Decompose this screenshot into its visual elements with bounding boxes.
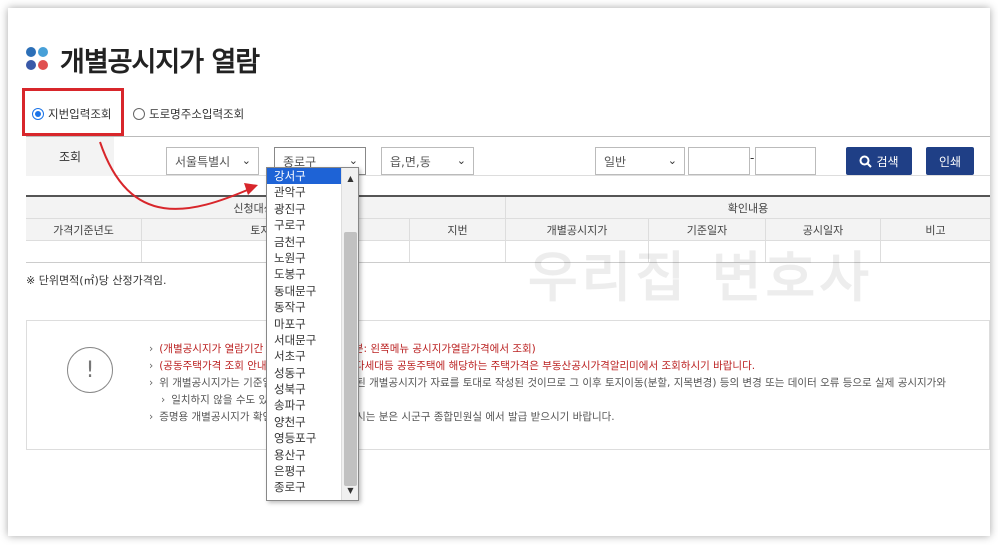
table-header: 가격기준년도 토지소재지 지번 개별공시지가 기준일자 공시일자 비고 (26, 219, 990, 241)
hyphen: - (750, 151, 755, 165)
col-base-date: 기준일자 (649, 219, 766, 240)
chevron-down-icon: ⌄ (348, 154, 358, 167)
col-remark: 비고 (925, 223, 946, 237)
chevron-down-icon: ⌄ (456, 154, 466, 167)
col-announce-date: 공시일자 (766, 219, 881, 240)
col-price: 개별공시지가 (506, 219, 649, 240)
city-select-value: 서울특별시 (175, 154, 231, 169)
table-cell (410, 241, 506, 262)
dropdown-option[interactable]: 성동구 (267, 365, 341, 381)
dropdown-option[interactable]: 종로구 (267, 479, 341, 495)
table-cell (26, 241, 142, 262)
dropdown-scrollbar[interactable]: ▲ ▼ (341, 168, 358, 500)
dropdown-option[interactable]: 마포구 (267, 316, 341, 332)
radio-jibun-label: 지번입력조회 (48, 107, 112, 121)
chevron-down-icon: ⌄ (241, 154, 251, 167)
info-box: ! (개별공시지가 열람기간 외 열람을 원하시는 분: 왼쪽메뉴 공시지가열람… (26, 320, 990, 450)
print-button[interactable]: 인쇄 (926, 147, 974, 175)
type-select-value: 일반 (604, 154, 627, 169)
table-group-header: 신청대상 토지 확인내용 (26, 197, 990, 219)
dropdown-option[interactable]: 구로구 (267, 217, 341, 233)
table-cell (766, 241, 881, 262)
group-header-confirm: 확인내용 (727, 201, 769, 215)
main-number-input[interactable] (688, 147, 750, 175)
print-button-label: 인쇄 (938, 154, 962, 169)
exclamation-icon: ! (67, 347, 113, 393)
search-button[interactable]: 검색 (846, 147, 912, 175)
col-jibun: 지번 (410, 219, 506, 240)
dropdown-option[interactable]: 서초구 (267, 348, 341, 364)
unit-note: ※ 단위면적(㎡)당 산정가격임. (26, 274, 167, 287)
table-cell (881, 241, 990, 262)
radio-jibun[interactable]: 지번입력조회 (32, 106, 111, 122)
dropdown-option[interactable]: 양천구 (267, 414, 341, 430)
search-button-label: 검색 (876, 154, 899, 169)
table-cell (506, 241, 649, 262)
dropdown-option[interactable]: 금천구 (267, 234, 341, 250)
district-dropdown-list[interactable]: 강서구 관악구 광진구 구로구 금천구 노원구 도봉구 동대문구 동작구 마포구 서대문구 서초구 성동… (266, 167, 359, 501)
scroll-down-icon[interactable]: ▼ (342, 482, 358, 498)
page-title: 개별공시지가 열람 (60, 47, 260, 78)
dropdown-option[interactable]: 영등포구 (267, 430, 341, 446)
search-label: 조회 (26, 137, 114, 176)
dropdown-option[interactable]: 성북구 (267, 381, 341, 397)
city-select[interactable]: 서울특별시 ⌄ (166, 147, 259, 175)
chevron-down-icon: ⌄ (667, 154, 677, 167)
browser-frame: 개별공시지가 열람 지번입력조회 도로명주소입력조회 조회 서울특별시 ⌄ 종로… (8, 8, 990, 536)
search-icon (859, 155, 873, 168)
dropdown-option[interactable]: 강서구 (267, 168, 341, 185)
town-select-value: 읍,면,동 (390, 154, 431, 169)
result-table: 신청대상 토지 확인내용 가격기준년도 토지소재지 지번 개별공시지가 기준일자… (26, 195, 990, 263)
sub-number-input[interactable] (755, 147, 816, 175)
table-row (26, 241, 990, 263)
town-select[interactable]: 읍,면,동 ⌄ (381, 147, 474, 175)
dropdown-option[interactable]: 동작구 (267, 299, 341, 315)
dropdown-option[interactable]: 동대문구 (267, 283, 341, 299)
scrollbar-thumb[interactable] (344, 232, 357, 486)
col-year: 가격기준년도 (26, 219, 142, 240)
type-select[interactable]: 일반 ⌄ (595, 147, 685, 175)
radio-checked-icon[interactable] (32, 108, 44, 120)
dropdown-option[interactable]: 관악구 (267, 184, 341, 200)
table-cell (649, 241, 766, 262)
dropdown-option[interactable]: 도봉구 (267, 266, 341, 282)
search-row: 조회 서울특별시 ⌄ 종로구 ⌄ 읍,면,동 ⌄ 일반 ⌄ - 검색 인쇄 (26, 136, 990, 176)
logo-dots-icon (26, 46, 50, 73)
dropdown-option[interactable]: 은평구 (267, 463, 341, 479)
dropdown-option[interactable]: 광진구 (267, 201, 341, 217)
radio-road[interactable]: 도로명주소입력조회 (133, 106, 244, 122)
dropdown-option[interactable]: 서대문구 (267, 332, 341, 348)
dropdown-option[interactable]: 송파구 (267, 397, 341, 413)
dropdown-option[interactable]: 노원구 (267, 250, 341, 266)
dropdown-option[interactable]: 용산구 (267, 447, 341, 463)
radio-road-label: 도로명주소입력조회 (149, 107, 245, 121)
radio-unchecked-icon[interactable] (133, 108, 145, 120)
scroll-up-icon[interactable]: ▲ (342, 170, 358, 186)
title-row: 개별공시지가 열람 (26, 40, 260, 79)
